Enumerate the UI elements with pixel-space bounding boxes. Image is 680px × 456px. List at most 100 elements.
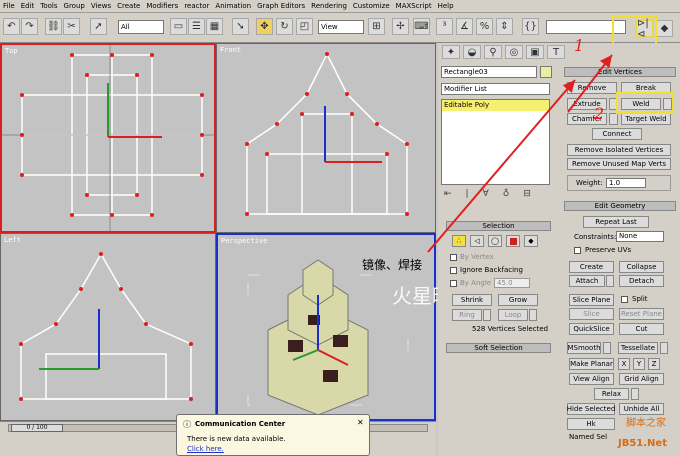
edge-level-icon[interactable]: ◁	[470, 235, 484, 247]
tessellate-settings-button[interactable]	[660, 342, 668, 354]
redo-icon[interactable]: ↷	[21, 18, 38, 35]
motion-tab-icon[interactable]: ◎	[505, 45, 523, 59]
menu-item[interactable]: File	[3, 2, 15, 10]
select-link-icon[interactable]: ⛓	[45, 18, 62, 35]
by-vertex-checkbox[interactable]	[450, 254, 457, 261]
angle-spinner[interactable]: 45.0	[494, 278, 530, 288]
object-color-swatch[interactable]	[540, 66, 552, 78]
attach-list-button[interactable]	[606, 275, 614, 287]
create-tab-icon[interactable]: ✦	[442, 45, 460, 59]
menu-item[interactable]: Animation	[215, 2, 251, 10]
vertex-level-icon[interactable]: ∴	[452, 235, 466, 247]
create-button[interactable]: Create	[569, 261, 614, 273]
detach-button[interactable]: Detach	[619, 275, 664, 287]
display-tab-icon[interactable]: ▣	[526, 45, 544, 59]
reset-plane-button[interactable]: Reset Plane	[619, 308, 664, 320]
window-crossing-icon[interactable]: ▦	[206, 18, 223, 35]
menu-item[interactable]: Create	[117, 2, 140, 10]
make-unique-icon[interactable]: ∀	[483, 189, 489, 199]
constraints-select[interactable]: None	[616, 231, 664, 242]
planar-y-button[interactable]: Y	[633, 358, 645, 370]
comm-link[interactable]: Click here.	[187, 445, 224, 453]
chamfer-settings-button[interactable]	[609, 113, 618, 125]
menu-item[interactable]: Modifiers	[146, 2, 178, 10]
angle-snap-icon[interactable]: ∡	[456, 18, 473, 35]
named-selection-icon[interactable]: {}	[522, 18, 539, 35]
spinner-snap-icon[interactable]: ⇕	[496, 18, 513, 35]
keyboard-override-icon[interactable]: ⌨	[413, 18, 430, 35]
menu-item[interactable]: Graph Editors	[257, 2, 305, 10]
menu-item[interactable]: reactor	[184, 2, 209, 10]
preserve-uvs-checkbox[interactable]	[574, 247, 581, 254]
configure-sets-icon[interactable]: ⊟	[523, 189, 531, 199]
slice-plane-button[interactable]: Slice Plane	[569, 294, 614, 306]
menu-item[interactable]: Rendering	[311, 2, 347, 10]
msmooth-settings-button[interactable]	[603, 342, 611, 354]
target-weld-button[interactable]: Target Weld	[621, 113, 671, 125]
polygon-level-icon[interactable]	[506, 235, 520, 247]
relax-settings-button[interactable]	[631, 388, 639, 400]
loop-button[interactable]: Loop	[498, 309, 528, 321]
viewport-left[interactable]: Left	[0, 233, 216, 421]
hierarchy-tab-icon[interactable]: ⚲	[484, 45, 502, 59]
grid-align-button[interactable]: Grid Align	[619, 373, 664, 385]
repeat-last-button[interactable]: Repeat Last	[583, 216, 649, 228]
align-icon[interactable]: ◆	[656, 20, 673, 37]
scale-icon[interactable]: ◰	[296, 18, 313, 35]
menu-item[interactable]: Help	[438, 2, 454, 10]
remove-isolated-vertices-button[interactable]: Remove Isolated Vertices	[567, 144, 671, 156]
soft-selection-rollout[interactable]: Soft Selection	[446, 343, 551, 353]
ring-button[interactable]: Ring	[452, 309, 482, 321]
relax-button[interactable]: Relax	[594, 388, 629, 400]
rotate-icon[interactable]: ↻	[276, 18, 293, 35]
connect-button[interactable]: Connect	[592, 128, 642, 140]
percent-snap-icon[interactable]: %	[476, 18, 493, 35]
select-icon[interactable]: ➘	[232, 18, 249, 35]
viewport-top[interactable]: Top	[0, 43, 216, 233]
loop-spinner[interactable]	[529, 309, 537, 321]
planar-z-button[interactable]: Z	[648, 358, 660, 370]
stack-item-editable-poly[interactable]: Editable Poly	[442, 100, 549, 111]
select-object-icon[interactable]: ➚	[90, 18, 107, 35]
tessellate-button[interactable]: Tessellate	[618, 342, 658, 354]
collapse-button[interactable]: Collapse	[619, 261, 664, 273]
remove-modifier-icon[interactable]: ♁	[503, 189, 510, 199]
slice-button[interactable]: Slice	[569, 308, 614, 320]
menu-item[interactable]: Tools	[40, 2, 57, 10]
hide-selected-button[interactable]: Hide Selected	[567, 403, 615, 415]
close-icon[interactable]: ✕	[357, 418, 364, 427]
cut-button[interactable]: Cut	[619, 323, 664, 335]
view-align-button[interactable]: View Align	[569, 373, 614, 385]
select-by-name-icon[interactable]: ☰	[188, 18, 205, 35]
viewport-front[interactable]: Front	[216, 43, 436, 233]
quickslice-button[interactable]: QuickSlice	[569, 323, 614, 335]
modifier-list-select[interactable]: Modifier List	[441, 83, 550, 95]
remove-button[interactable]: Remove	[567, 82, 617, 94]
pivot-icon[interactable]: ⊞	[368, 18, 385, 35]
time-slider-thumb[interactable]: 0 / 100	[11, 424, 63, 432]
planar-x-button[interactable]: X	[618, 358, 630, 370]
menu-item[interactable]: Customize	[353, 2, 390, 10]
selection-rollout[interactable]: Selection	[446, 221, 551, 231]
edit-geometry-rollout[interactable]: Edit Geometry	[564, 201, 676, 211]
border-level-icon[interactable]: ◯	[488, 235, 502, 247]
shrink-button[interactable]: Shrink	[452, 294, 492, 306]
selection-filter-select[interactable]: All	[118, 20, 164, 34]
element-level-icon[interactable]: ◆	[524, 235, 538, 247]
make-planar-button[interactable]: Make Planar	[569, 358, 614, 370]
utilities-tab-icon[interactable]: T	[547, 45, 565, 59]
move-icon[interactable]: ✥	[256, 18, 273, 35]
select-manipulate-icon[interactable]: ✢	[392, 18, 409, 35]
msmooth-button[interactable]: MSmooth	[567, 342, 601, 354]
hide-unselected-button[interactable]: Hk	[567, 418, 615, 430]
modify-tab-icon[interactable]: ◒	[463, 45, 481, 59]
select-region-icon[interactable]: ▭	[170, 18, 187, 35]
ignore-backfacing-checkbox[interactable]	[450, 267, 457, 274]
attach-button[interactable]: Attach	[569, 275, 605, 287]
undo-icon[interactable]: ↶	[3, 18, 20, 35]
show-end-result-icon[interactable]: |	[466, 189, 469, 199]
by-angle-checkbox[interactable]	[450, 280, 457, 287]
remove-unused-map-verts-button[interactable]: Remove Unused Map Verts	[567, 158, 671, 170]
snap-icon[interactable]: ³	[436, 18, 453, 35]
object-name-field[interactable]: Rectangle03	[441, 66, 537, 78]
